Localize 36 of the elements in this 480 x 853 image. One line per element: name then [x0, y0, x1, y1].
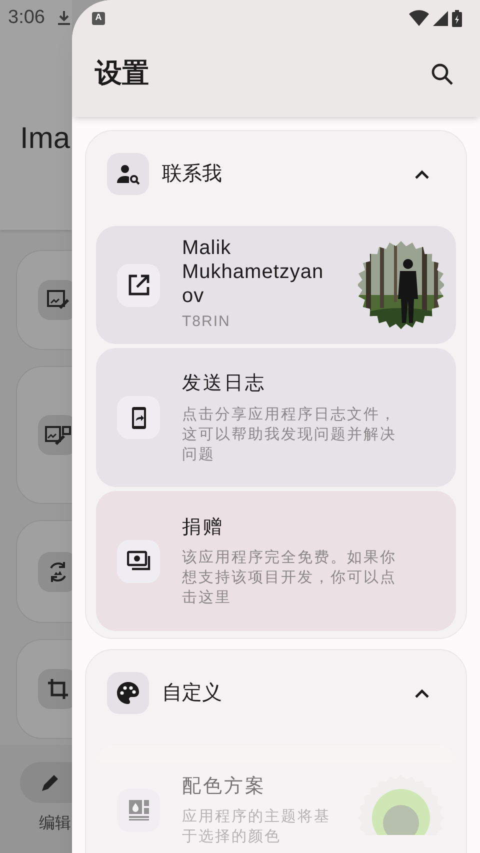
search-icon[interactable] — [430, 62, 454, 86]
item-description: 该应用程序完全免费。如果你想支持该项目开发，你可以点击这里 — [182, 548, 398, 608]
section-title: 自定义 — [162, 681, 222, 706]
section-header[interactable]: 联系我 — [96, 153, 456, 195]
clock: 3:06 — [8, 6, 45, 30]
nav-label: 编辑 — [39, 814, 71, 834]
edit-nav-button[interactable] — [20, 762, 72, 803]
download-icon — [56, 10, 71, 26]
section-header[interactable]: 自定义 — [96, 672, 456, 714]
color-panel-icon — [126, 798, 150, 822]
chevron-up-icon[interactable] — [414, 169, 430, 179]
settings-item[interactable]: Malik Mukhametzyanov T8RIN — [96, 226, 456, 344]
crop-icon — [47, 678, 69, 700]
app-title: Ima — [20, 120, 70, 156]
notification-icon: A — [92, 12, 105, 24]
settings-item[interactable]: 捐赠 该应用程序完全免费。如果你想支持该项目开发，你可以点击这里 — [96, 491, 456, 631]
external-link-icon — [126, 273, 150, 297]
section-title: 联系我 — [162, 162, 222, 187]
person-search-icon — [116, 162, 140, 186]
item-title: 捐赠 — [182, 516, 225, 540]
images-pencil-icon — [44, 424, 72, 446]
settings-item[interactable]: 发送日志 点击分享应用程序日志文件，这可以帮助我发现问题并解决问题 — [96, 348, 456, 487]
chevron-up-icon[interactable] — [414, 688, 430, 698]
palette-icon — [116, 681, 140, 705]
item-description: 应用程序的主题将基于选择的颜色 — [182, 807, 332, 848]
cash-icon — [126, 549, 150, 573]
signal-icon — [433, 10, 448, 26]
battery-icon — [452, 10, 462, 26]
item-title: 配色方案 — [182, 774, 267, 799]
item-title: 发送日志 — [182, 372, 267, 396]
item-description: 点击分享应用程序日志文件，这可以帮助我发现问题并解决问题 — [182, 404, 398, 465]
wifi-icon — [409, 10, 429, 26]
author-name: Malik Mukhametzyanov — [182, 236, 325, 308]
image-pencil-icon — [46, 289, 70, 311]
settings-title: 设置 — [95, 57, 149, 90]
author-handle: T8RIN — [182, 312, 232, 332]
